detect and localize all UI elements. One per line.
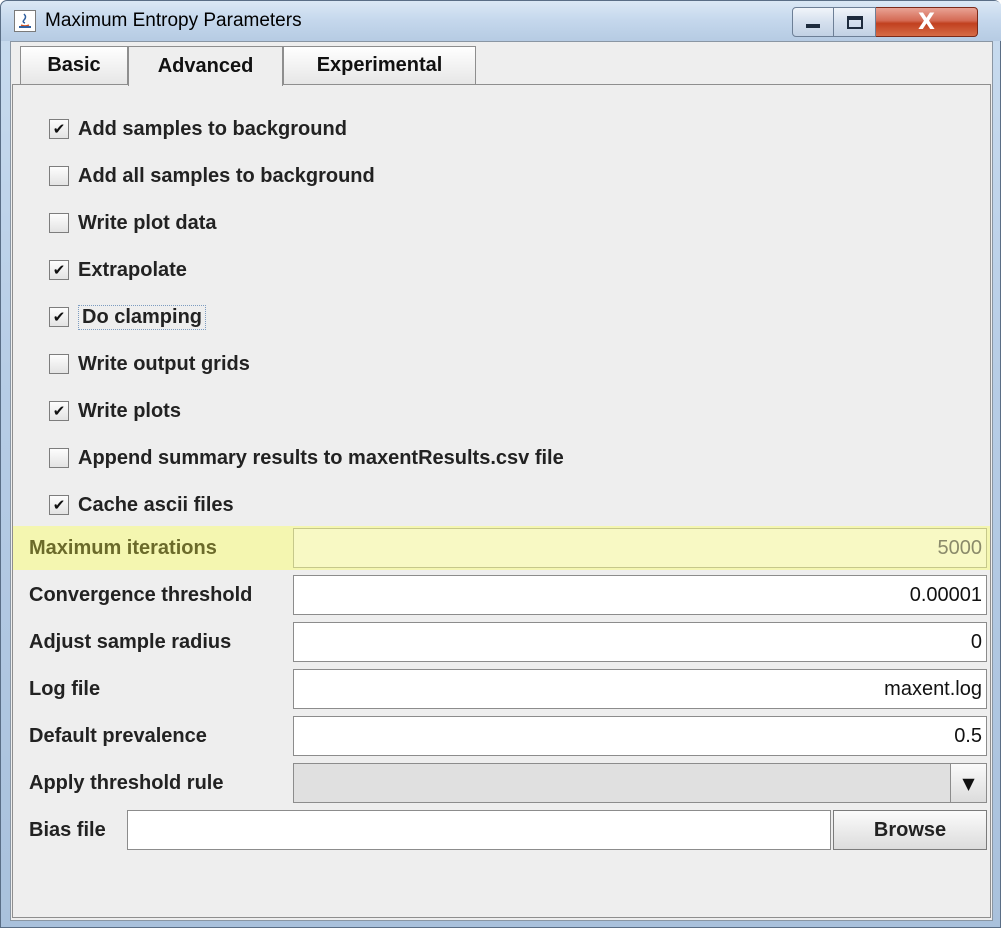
tab-label: Basic xyxy=(47,54,101,76)
threshold-rule-select[interactable]: ▼ xyxy=(293,763,987,803)
checkbox-cache-ascii[interactable]: ✔ Cache ascii files xyxy=(49,488,234,522)
checkbox-add-samples[interactable]: ✔ Add samples to background xyxy=(49,112,347,146)
app-window: Maximum Entropy Parameters X Basic Advan… xyxy=(0,0,1001,928)
checkbox-label: Extrapolate xyxy=(78,258,187,281)
checkbox[interactable]: ✔ xyxy=(49,260,69,280)
bias-file-field[interactable] xyxy=(127,810,831,850)
tab-label: Advanced xyxy=(157,55,254,77)
java-app-icon xyxy=(14,10,36,32)
checkbox-write-output-grids[interactable]: Write output grids xyxy=(49,347,250,381)
checkbox-label: Append summary results to maxentResults.… xyxy=(78,446,564,469)
minimize-icon xyxy=(806,24,820,28)
max-iterations-row: Maximum iterations 5000 xyxy=(13,526,990,570)
checkbox-append-summary[interactable]: Append summary results to maxentResults.… xyxy=(49,441,564,475)
prevalence-row: Default prevalence 0.5 xyxy=(13,714,990,758)
tab-experimental[interactable]: Experimental xyxy=(283,46,476,84)
advanced-panel: ✔ Add samples to background Add all samp… xyxy=(12,84,991,918)
tab-advanced[interactable]: Advanced xyxy=(128,46,283,86)
checkbox-label: Add samples to background xyxy=(78,117,347,140)
checkbox-label: Write output grids xyxy=(78,352,250,375)
checkbox[interactable] xyxy=(49,213,69,233)
checkbox-write-plots[interactable]: ✔ Write plots xyxy=(49,394,181,428)
checkbox-label: Cache ascii files xyxy=(78,493,234,516)
dropdown-arrow-icon[interactable]: ▼ xyxy=(950,764,986,802)
window-title: Maximum Entropy Parameters xyxy=(45,10,302,31)
log-file-row: Log file maxent.log xyxy=(13,667,990,711)
prevalence-field[interactable]: 0.5 xyxy=(293,716,987,756)
max-iterations-field[interactable]: 5000 xyxy=(293,528,987,568)
bias-file-label: Bias file xyxy=(29,818,106,841)
sample-radius-label: Adjust sample radius xyxy=(29,630,232,653)
close-icon: X xyxy=(918,9,935,35)
checkbox[interactable] xyxy=(49,354,69,374)
close-button[interactable]: X xyxy=(876,7,978,37)
checkbox[interactable] xyxy=(49,448,69,468)
maximize-icon xyxy=(846,15,863,29)
checkbox-label: Write plot data xyxy=(78,211,217,234)
bias-file-row: Bias file Browse xyxy=(13,808,990,852)
sample-radius-field[interactable]: 0 xyxy=(293,622,987,662)
prevalence-label: Default prevalence xyxy=(29,724,207,747)
convergence-field[interactable]: 0.00001 xyxy=(293,575,987,615)
log-file-field[interactable]: maxent.log xyxy=(293,669,987,709)
title-bar[interactable]: Maximum Entropy Parameters X xyxy=(1,1,1001,41)
checkbox-label: Do clamping xyxy=(78,304,207,330)
checkbox-do-clamping[interactable]: ✔ Do clamping xyxy=(49,300,207,334)
checkbox-label: Add all samples to background xyxy=(78,164,375,187)
checkbox[interactable]: ✔ xyxy=(49,119,69,139)
convergence-label: Convergence threshold xyxy=(29,583,253,606)
checkbox-extrapolate[interactable]: ✔ Extrapolate xyxy=(49,253,187,287)
checkbox-write-plot-data[interactable]: Write plot data xyxy=(49,206,217,240)
max-iterations-label: Maximum iterations xyxy=(29,536,217,559)
checkbox[interactable] xyxy=(49,166,69,186)
threshold-rule-label: Apply threshold rule xyxy=(29,771,224,794)
dialog-content: Basic Advanced Experimental ✔ Add sample… xyxy=(10,41,993,921)
checkbox-label: Write plots xyxy=(78,399,181,422)
tab-basic[interactable]: Basic xyxy=(20,46,128,84)
browse-button[interactable]: Browse xyxy=(833,810,987,850)
tab-label: Experimental xyxy=(316,54,443,76)
threshold-rule-row: Apply threshold rule ▼ xyxy=(13,761,990,805)
sample-radius-row: Adjust sample radius 0 xyxy=(13,620,990,664)
checkbox[interactable]: ✔ xyxy=(49,401,69,421)
checkbox[interactable]: ✔ xyxy=(49,495,69,515)
maximize-button[interactable] xyxy=(834,7,876,37)
log-file-label: Log file xyxy=(29,677,101,700)
minimize-button[interactable] xyxy=(792,7,834,37)
convergence-row: Convergence threshold 0.00001 xyxy=(13,573,990,617)
checkbox[interactable]: ✔ xyxy=(49,307,69,327)
checkbox-add-all-samples[interactable]: Add all samples to background xyxy=(49,159,375,193)
